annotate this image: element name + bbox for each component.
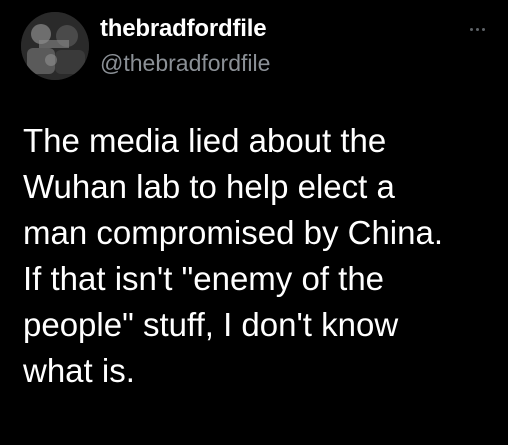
dot: [475, 27, 479, 31]
dot: [469, 27, 473, 31]
display-name[interactable]: thebradfordfile: [100, 15, 267, 43]
user-handle[interactable]: @thebradfordfile: [100, 50, 270, 77]
tweet-line: people" stuff, I don't know: [23, 306, 399, 343]
tweet-text: The media lied about the Wuhan lab to he…: [23, 118, 508, 394]
dot: [481, 27, 485, 31]
avatar[interactable]: [21, 12, 89, 80]
tweet-line: If that isn't "enemy of the: [23, 260, 385, 297]
tweet-line: man compromised by China.: [23, 214, 444, 251]
avatar-image: [21, 12, 89, 80]
tweet-line: The media lied about the: [23, 122, 387, 159]
more-options-icon[interactable]: [461, 22, 493, 36]
tweet-line: Wuhan lab to help elect a: [23, 168, 395, 205]
tweet-card: thebradfordfile @thebradfordfile The med…: [0, 0, 508, 445]
tweet-line: what is.: [23, 352, 135, 389]
